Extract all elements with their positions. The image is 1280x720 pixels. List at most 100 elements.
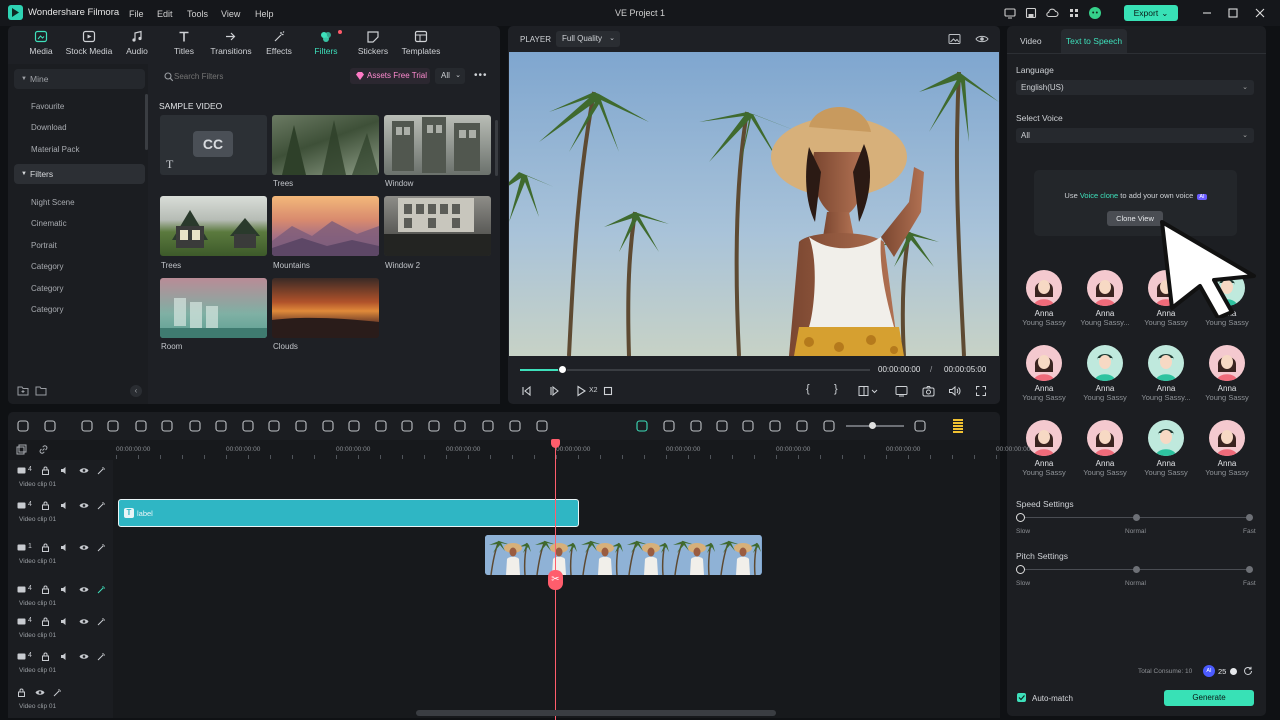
voice-card[interactable]: Anna Young Sassy... xyxy=(1136,345,1196,402)
lock-icon[interactable] xyxy=(41,585,50,594)
speed-label[interactable]: X2 xyxy=(589,387,598,394)
voice-card[interactable]: AnnaYoung Sassy xyxy=(1197,420,1257,477)
sidebar-item-category[interactable]: Category xyxy=(31,262,63,271)
zoom-in-icon[interactable] xyxy=(913,419,927,433)
title-clip[interactable]: T label xyxy=(118,499,579,527)
more-options-icon[interactable]: ••• xyxy=(474,70,488,81)
camera-snapshot-icon[interactable] xyxy=(922,385,935,397)
sidebar-item-portrait[interactable]: Portrait xyxy=(31,241,57,250)
redo-icon[interactable] xyxy=(106,419,120,433)
microphone-icon[interactable] xyxy=(715,419,729,433)
playhead-handle[interactable] xyxy=(551,439,560,448)
play-icon[interactable] xyxy=(575,385,587,397)
thumbnail-window[interactable] xyxy=(384,115,491,175)
speed-icon[interactable] xyxy=(214,419,228,433)
crop-fit-icon[interactable] xyxy=(858,385,880,397)
record-icon[interactable] xyxy=(400,419,414,433)
zoom-slider-knob[interactable] xyxy=(869,422,876,429)
minimize-icon[interactable] xyxy=(1200,6,1214,20)
timer-icon[interactable] xyxy=(294,419,308,433)
magic-edit-icon[interactable] xyxy=(97,585,106,594)
clone-view-button[interactable]: Clone View xyxy=(1107,211,1163,226)
stabilize-icon[interactable] xyxy=(535,419,549,433)
scissors-icon[interactable]: ✂ xyxy=(548,570,563,590)
mark-in-icon[interactable]: { xyxy=(806,383,810,395)
folder-icon[interactable] xyxy=(35,385,47,396)
magic-edit-icon[interactable] xyxy=(97,543,106,552)
add-track-icon[interactable] xyxy=(16,444,27,455)
export-button[interactable]: Export ⌄ xyxy=(1124,5,1178,21)
language-select[interactable]: English(US) ⌄ xyxy=(1016,80,1254,95)
sidebar-item-download[interactable]: Download xyxy=(31,123,67,132)
keyframe-icon[interactable] xyxy=(347,419,361,433)
maximize-icon[interactable] xyxy=(1226,6,1240,20)
timeline-scrollbar[interactable] xyxy=(416,710,776,716)
thumbnail-cc[interactable]: CC T xyxy=(160,115,267,175)
thumbnail-room[interactable] xyxy=(160,278,267,338)
eye-icon[interactable] xyxy=(975,33,989,45)
menu-tools[interactable]: Tools xyxy=(187,9,208,19)
ripple-edit-icon[interactable] xyxy=(43,419,57,433)
split-icon[interactable] xyxy=(188,419,202,433)
sidebar-item-category[interactable]: Category xyxy=(31,284,63,293)
sidebar-scrollbar[interactable] xyxy=(145,94,148,150)
tts-icon[interactable] xyxy=(508,419,522,433)
eye-icon[interactable] xyxy=(79,543,89,552)
video-clip[interactable] xyxy=(485,535,762,575)
volume-icon[interactable] xyxy=(948,385,961,397)
collapse-sidebar-icon[interactable]: ‹ xyxy=(130,385,142,397)
prev-frame-icon[interactable] xyxy=(520,385,532,397)
speaker-icon[interactable] xyxy=(60,652,69,661)
link-icon[interactable] xyxy=(38,444,49,455)
pitch-slider-knob[interactable] xyxy=(1016,565,1025,574)
content-scrollbar[interactable] xyxy=(495,120,498,176)
thumbnail-trees-2[interactable] xyxy=(160,196,267,256)
magic-edit-icon[interactable] xyxy=(97,501,106,510)
save-icon[interactable] xyxy=(1024,6,1038,20)
generate-button[interactable]: Generate xyxy=(1164,690,1254,706)
eye-icon[interactable] xyxy=(79,466,89,475)
eye-icon[interactable] xyxy=(79,501,89,510)
sidebar-item-cinematic[interactable]: Cinematic xyxy=(31,219,67,228)
lock-icon[interactable] xyxy=(17,688,26,697)
sidebar-item-favourite[interactable]: Favourite xyxy=(31,102,64,111)
magic-edit-icon[interactable] xyxy=(97,652,106,661)
monitor-icon[interactable] xyxy=(1003,6,1017,20)
audio-meter-icon[interactable] xyxy=(953,419,963,433)
multicam-icon[interactable] xyxy=(453,419,467,433)
freeze-frame-icon[interactable] xyxy=(321,419,335,433)
adjust-icon[interactable] xyxy=(374,419,388,433)
speaker-icon[interactable] xyxy=(60,617,69,626)
menu-edit[interactable]: Edit xyxy=(157,9,173,19)
voice-card[interactable]: AnnaYoung Sassy xyxy=(1197,345,1257,402)
video-preview[interactable] xyxy=(509,52,999,356)
render-preview-icon[interactable] xyxy=(635,419,649,433)
mark-out-icon[interactable]: } xyxy=(834,383,838,395)
color-icon[interactable] xyxy=(241,419,255,433)
voice-card[interactable]: AnnaYoung Sassy xyxy=(1075,420,1135,477)
voice-card[interactable]: AnnaYoung Sassy xyxy=(1075,345,1135,402)
player-progress-knob[interactable] xyxy=(558,365,567,374)
voice-select[interactable]: All ⌄ xyxy=(1016,128,1254,143)
lock-icon[interactable] xyxy=(41,501,50,510)
undo-icon[interactable] xyxy=(80,419,94,433)
tab-titles[interactable]: Titles xyxy=(170,30,198,56)
thumbnail-mountains[interactable] xyxy=(272,196,379,256)
tab-transitions[interactable]: Transitions xyxy=(210,30,252,56)
close-icon[interactable] xyxy=(1253,6,1267,20)
new-folder-icon[interactable] xyxy=(17,385,29,396)
eye-icon[interactable] xyxy=(35,688,45,697)
voice-card[interactable]: Anna Young Sassy... xyxy=(1075,270,1135,327)
tab-stickers[interactable]: Stickers xyxy=(357,30,389,56)
voice-clone-link[interactable]: Voice clone xyxy=(1080,191,1118,200)
menu-help[interactable]: Help xyxy=(255,9,274,19)
sidebar-mine-header[interactable]: ▼ Mine xyxy=(14,69,145,89)
player-progress-track[interactable] xyxy=(520,369,870,371)
filter-all-dropdown[interactable]: All ⌄ xyxy=(435,68,465,84)
refresh-icon[interactable] xyxy=(1243,666,1253,676)
tab-effects[interactable]: Effects xyxy=(265,30,293,56)
speaker-icon[interactable] xyxy=(60,501,69,510)
split-audio-icon[interactable] xyxy=(768,419,782,433)
lock-icon[interactable] xyxy=(41,617,50,626)
tab-media[interactable]: Media xyxy=(28,30,54,56)
